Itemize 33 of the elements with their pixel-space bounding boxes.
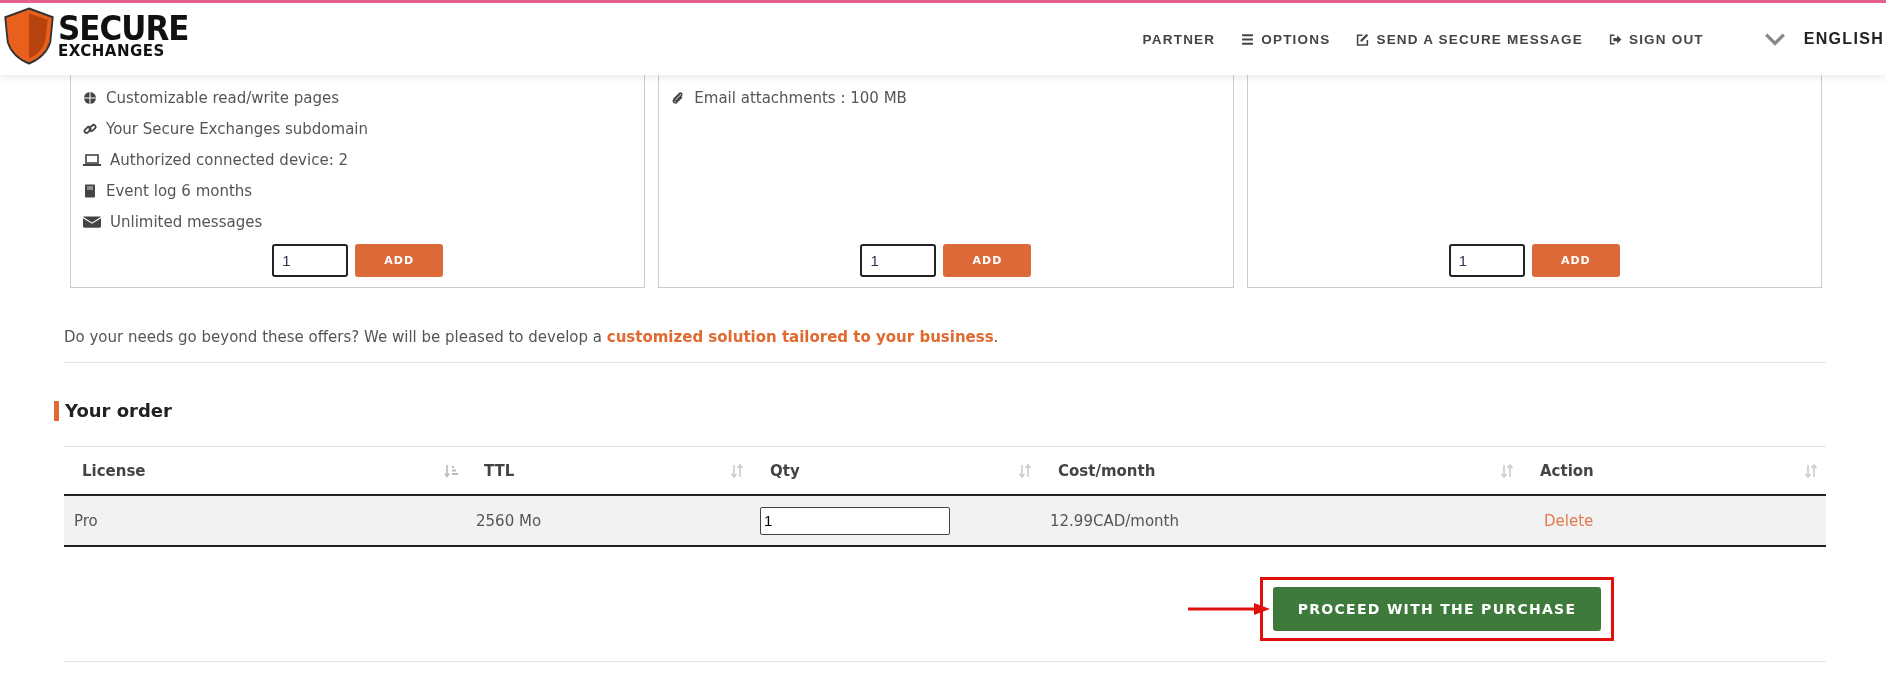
menu-icon	[1241, 32, 1255, 46]
book-icon	[83, 183, 97, 198]
feature-text: Email attachments : 100 MB	[694, 88, 907, 107]
section-title: Your order	[54, 401, 1826, 421]
feature-text: Authorized connected device: 2	[110, 150, 348, 169]
quantity-input[interactable]: 1	[760, 506, 950, 535]
chevron-down-icon[interactable]	[1763, 32, 1786, 46]
feature-text: Your Secure Exchanges subdomain	[106, 119, 369, 138]
shield-logo-icon	[4, 7, 54, 65]
edit-icon	[1356, 32, 1370, 46]
quantity-input[interactable]: 1	[272, 244, 349, 277]
paperclip-icon	[671, 90, 686, 105]
nav-link[interactable]: SIGN OUT	[1608, 31, 1704, 47]
feature-text: Event log 6 months	[106, 181, 253, 200]
offer-note: Do your needs go beyond these offers? We will be pleased to develop a customized solution tailored to your business.	[64, 328, 1000, 346]
sign-out-icon	[1608, 32, 1622, 46]
quantity-input[interactable]: 1	[860, 244, 937, 277]
quantity-input[interactable]: 1	[1448, 244, 1525, 277]
envelope-icon	[83, 214, 101, 229]
nav-link[interactable]: SEND A SECURE MESSAGE	[1356, 31, 1583, 47]
language-selector[interactable]: ENGLISH	[1803, 30, 1884, 48]
nav-link[interactable]: PARTNER	[1142, 31, 1216, 47]
table-cell: 12.99CAD/month	[1040, 495, 1522, 546]
feature-text: Unlimited messages	[110, 212, 263, 231]
proceed-button[interactable]: PROCEED WITH THE PURCHASE	[1273, 587, 1601, 631]
link-icon	[83, 121, 97, 136]
logo-wordmark: EXCHANGES	[58, 43, 166, 58]
laptop-icon	[83, 152, 101, 167]
table-cell: Pro	[64, 495, 466, 546]
globe-icon	[83, 90, 97, 105]
feature-text: Customizable read/write pages	[106, 88, 339, 107]
table-cell: 2560 Mo	[466, 495, 752, 546]
nav-link[interactable]: OPTIONS	[1241, 31, 1331, 47]
